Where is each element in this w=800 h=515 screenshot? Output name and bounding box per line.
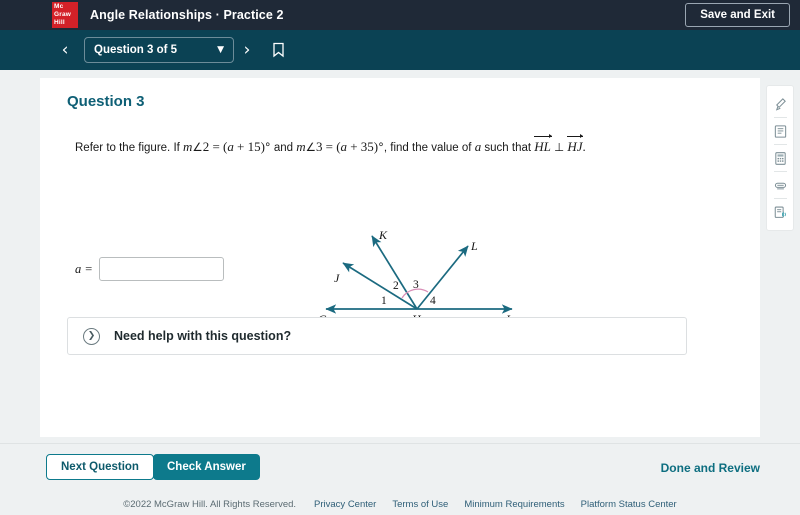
logo-line-3: Hill (54, 19, 65, 26)
question-nav-bar: ‹ Question 3 of 5 ▼ › (0, 30, 800, 70)
angle-symbol-1: ∠ (192, 140, 203, 154)
prompt-and: and (270, 142, 297, 154)
calculator-icon[interactable] (767, 145, 793, 171)
ray-hj-notation: HJ (567, 133, 584, 154)
variable-a-2: a (340, 139, 348, 154)
variable-a-1: a (227, 139, 234, 154)
perpendicular-symbol: ⊥ (554, 140, 565, 154)
eraser-icon[interactable] (767, 172, 793, 198)
angle-number-1: 2 (202, 139, 210, 154)
terms-of-use-link[interactable]: Terms of Use (392, 499, 448, 510)
equals-1: = (212, 139, 220, 154)
prompt-text-3: such that (481, 142, 535, 154)
question-selector-label: Question 3 of 5 (94, 44, 178, 56)
point-label-k: K (379, 228, 388, 242)
angle-number-label-3: 3 (413, 279, 419, 291)
need-help-accordion[interactable]: ❯ Need help with this question? (67, 317, 687, 355)
angle-number-label-1: 1 (381, 295, 387, 307)
question-selector-dropdown[interactable]: Question 3 of 5 ▼ (84, 37, 234, 63)
ray-hk (371, 235, 418, 310)
privacy-center-link[interactable]: Privacy Center (314, 499, 376, 510)
logo-line-1: Mc (54, 3, 64, 10)
bookmark-icon[interactable] (272, 42, 285, 58)
next-question-button[interactable]: Next Question (46, 454, 154, 480)
period: . (582, 139, 586, 154)
angle-figure: G H I J K L 1 2 3 4 (308, 226, 528, 326)
angle-number-label-2: 2 (393, 280, 399, 292)
m-symbol-1: m (183, 139, 193, 154)
footer-bar: Next Question Check Answer Done and Revi… (0, 443, 800, 490)
notes-icon[interactable] (767, 118, 793, 144)
angle-symbol-2: ∠ (305, 140, 316, 154)
chevron-right-icon[interactable]: › (234, 41, 260, 59)
chevron-left-icon[interactable]: ‹ (52, 41, 78, 59)
copyright-bar: ©2022 McGraw Hill. All Rights Reserved. … (0, 493, 800, 515)
save-and-exit-button[interactable]: Save and Exit (685, 3, 790, 27)
answer-label: a = (75, 261, 93, 276)
ray-hj (342, 262, 418, 310)
logo-line-2: Graw (54, 11, 72, 18)
constant-2: 35 (360, 139, 374, 154)
app-title: Angle Relationships · Practice 2 (90, 8, 284, 22)
platform-status-center-link[interactable]: Platform Status Center (581, 499, 677, 510)
point-label-l: L (471, 239, 478, 253)
need-help-label: Need help with this question? (114, 329, 292, 343)
answer-row: a = (75, 257, 224, 281)
angle-number-label-4: 4 (430, 295, 436, 307)
page-title: Question 3 (67, 93, 145, 110)
plus-1: + (237, 139, 245, 154)
plus-2: + (350, 139, 358, 154)
highlighter-icon[interactable] (767, 91, 793, 117)
check-answer-button[interactable]: Check Answer (153, 454, 260, 480)
minimum-requirements-link[interactable]: Minimum Requirements (464, 499, 564, 510)
prompt-text-2: , find the value of (383, 142, 475, 154)
answer-input[interactable] (98, 257, 224, 281)
question-card: Question 3 Refer to the figure. If m∠2 =… (40, 78, 760, 437)
mcgraw-hill-logo: Mc Graw Hill (52, 2, 78, 28)
done-and-review-link[interactable]: Done and Review (661, 461, 760, 475)
prompt-text-1: Refer to the figure. If (75, 142, 184, 154)
angle-number-2: 3 (315, 139, 323, 154)
m-symbol-2: m (296, 139, 306, 154)
ray-hl-notation: HL (534, 133, 552, 154)
read-aloud-icon[interactable] (767, 199, 793, 225)
practice-question-page: Mc Graw Hill Angle Relationships · Pract… (0, 0, 800, 515)
equals-2: = (325, 139, 333, 154)
chevron-down-icon: ▼ (217, 45, 224, 55)
point-label-j: J (334, 271, 340, 285)
top-bar: Mc Graw Hill Angle Relationships · Pract… (0, 0, 800, 30)
tool-rail (766, 85, 794, 231)
ray-hl (416, 245, 469, 310)
chevron-right-circle-icon: ❯ (83, 327, 100, 345)
constant-1: 15 (247, 139, 261, 154)
copyright-text: ©2022 McGraw Hill. All Rights Reserved. (123, 498, 297, 510)
angle-figure-svg (325, 235, 513, 314)
question-prompt: Refer to the figure. If m∠2 = (a + 15)° … (75, 133, 725, 157)
